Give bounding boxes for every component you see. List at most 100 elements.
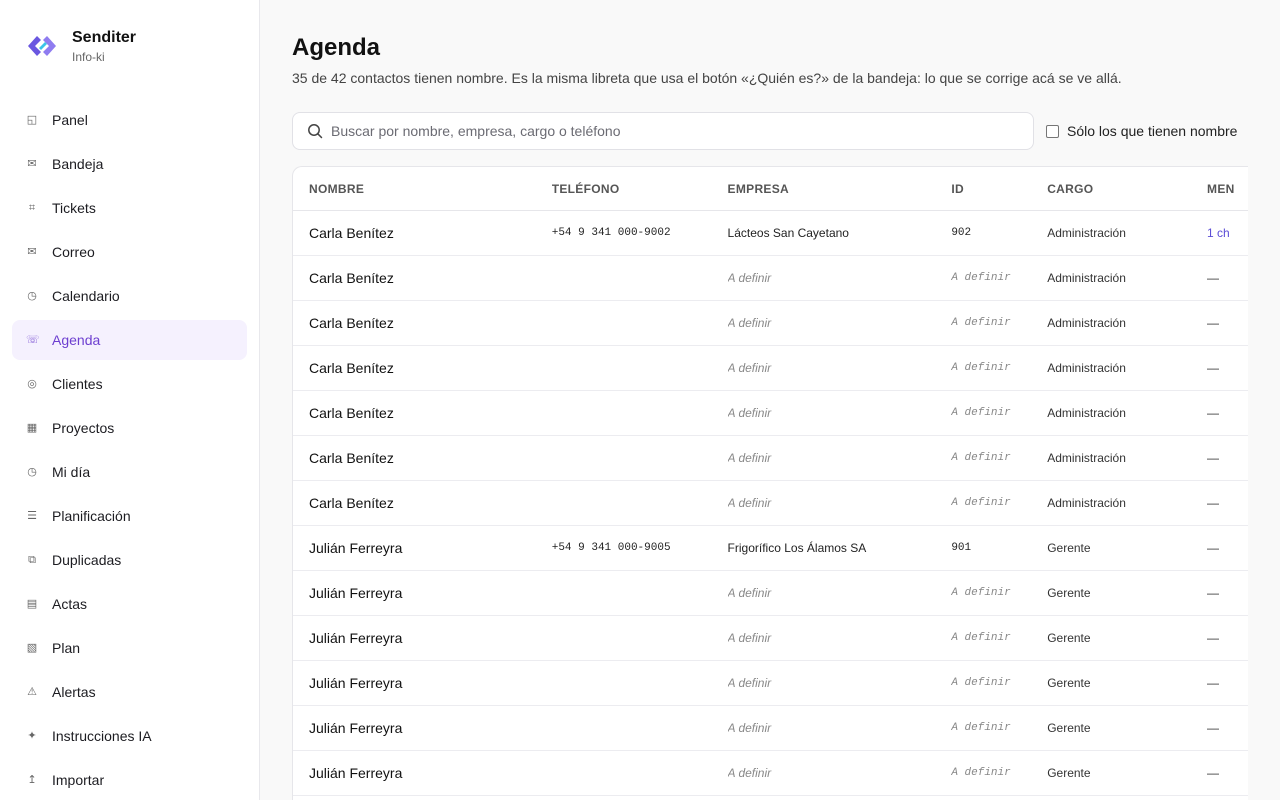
contact-id: A definir	[951, 407, 1011, 419]
warning-icon: ⚠	[27, 686, 37, 698]
contact-role: Gerente	[1047, 586, 1091, 600]
sidebar-item-instrucciones-ia[interactable]: ✦ Instrucciones IA	[12, 716, 247, 756]
contact-id: A definir	[951, 767, 1011, 779]
table-row[interactable]: Carla Benítez A definir A definir Administr…	[293, 301, 1248, 346]
column-header-role[interactable]: CARGO	[1047, 182, 1207, 196]
brand[interactable]: Senditer Info-ki	[24, 26, 136, 66]
sidebar-item-importar[interactable]: ↥ Importar	[12, 760, 247, 800]
sidebar-item-tickets[interactable]: ⌗ Tickets	[12, 188, 247, 228]
contact-mentions: —	[1207, 631, 1220, 645]
contact-mentions: —	[1207, 676, 1220, 690]
table-row[interactable]: Carla Benítez A definir A definir Administr…	[293, 391, 1248, 436]
sidebar-item-planificación[interactable]: ☰ Planificación	[12, 496, 247, 536]
column-header-phone[interactable]: TELÉFONO	[552, 182, 728, 196]
contact-role: Gerente	[1047, 721, 1091, 735]
table-row[interactable]: Carla Benítez A definir A definir Administr…	[293, 481, 1248, 526]
contact-company: A definir	[727, 631, 772, 645]
table-row[interactable]: Carla Benítez A definir A definir Administr…	[293, 256, 1248, 301]
table-row[interactable]: Julián Ferreyra A definir A definir Gerente…	[293, 751, 1248, 796]
contact-role: Gerente	[1047, 766, 1091, 780]
table-row[interactable]: Carla Benítez A definir A definir Administr…	[293, 346, 1248, 391]
contact-name: Carla Benítez	[309, 450, 394, 466]
sidebar-item-mi-día[interactable]: ◷ Mi día	[12, 452, 247, 492]
page-subtitle: 35 de 42 contactos tienen nombre. Es la …	[292, 70, 1122, 86]
column-header-mentions[interactable]: MEN	[1207, 182, 1248, 196]
sidebar-item-duplicadas[interactable]: ⧉ Duplicadas	[12, 540, 247, 580]
table-row[interactable]: Julián Ferreyra A definir A definir Gerente…	[293, 616, 1248, 661]
contact-company: Frigorífico Los Álamos SA	[727, 541, 867, 555]
sidebar-item-correo[interactable]: ✉ Correo	[12, 232, 247, 272]
contact-mentions: —	[1207, 766, 1220, 780]
contact-company: A definir	[727, 361, 772, 375]
column-header-id[interactable]: ID	[951, 182, 1047, 196]
contact-name: Julián Ferreyra	[309, 630, 403, 646]
sidebar-item-label: Duplicadas	[52, 552, 122, 568]
contact-name: Julián Ferreyra	[309, 540, 403, 556]
search-box[interactable]	[292, 112, 1034, 150]
main-content: Agenda 35 de 42 contactos tienen nombre.…	[260, 0, 1280, 800]
contact-role: Administración	[1047, 271, 1126, 285]
sidebar-item-alertas[interactable]: ⚠ Alertas	[12, 672, 247, 712]
named-only-checkbox[interactable]	[1046, 124, 1059, 138]
sidebar: Senditer Info-ki ◱ Panel ✉ Bandeja ⌗ Tickets ✉…	[0, 0, 260, 800]
contact-id: A definir	[951, 362, 1011, 374]
contact-name: Julián Ferreyra	[309, 720, 403, 736]
contact-name: Carla Benítez	[309, 315, 394, 331]
target-icon: ◎	[27, 378, 37, 390]
copy-icon: ⧉	[28, 554, 36, 566]
sidebar-item-proyectos[interactable]: ▦ Proyectos	[12, 408, 247, 448]
contact-name: Carla Benítez	[309, 360, 394, 376]
named-only-label: Sólo los que tienen nombre	[1067, 123, 1238, 139]
sidebar-item-label: Planificación	[52, 508, 131, 524]
contact-id: A definir	[951, 677, 1011, 689]
contact-mentions: —	[1207, 586, 1220, 600]
named-only-filter[interactable]: Sólo los que tienen nombre	[1046, 123, 1237, 139]
sidebar-item-clientes[interactable]: ◎ Clientes	[12, 364, 247, 404]
table-row[interactable]: Julián Ferreyra A definir A definir Gerente…	[293, 571, 1248, 616]
sidebar-item-label: Instrucciones IA	[52, 728, 152, 744]
contact-mentions[interactable]: 1 ch	[1207, 226, 1248, 240]
search-icon	[308, 124, 323, 139]
app-name: Senditer	[72, 28, 137, 46]
contact-company: A definir	[727, 586, 772, 600]
column-header-name[interactable]: NOMBRE	[293, 182, 552, 196]
contact-role: Gerente	[1047, 541, 1091, 555]
contact-role: Administración	[1047, 316, 1126, 330]
contact-phone: +54 9 341 000-9005	[551, 542, 671, 554]
contact-name: Carla Benítez	[309, 405, 394, 421]
search-input[interactable]	[331, 123, 1011, 139]
hash-icon: ⌗	[28, 202, 36, 214]
app-logo-icon	[28, 36, 56, 56]
contact-mentions: —	[1207, 496, 1220, 510]
sidebar-item-actas[interactable]: ▤ Actas	[12, 584, 247, 624]
table-row[interactable]: Julián Ferreyra A definir A definir Gerente…	[293, 661, 1248, 706]
table-row[interactable]: Carla Benítez +54 9 341 000-9002 Lácteos S…	[293, 211, 1248, 256]
sidebar-item-label: Bandeja	[52, 156, 104, 172]
sidebar-item-label: Mi día	[52, 464, 91, 480]
sidebar-item-panel[interactable]: ◱ Panel	[12, 100, 247, 140]
contact-company: A definir	[727, 316, 772, 330]
column-header-company[interactable]: EMPRESA	[728, 182, 952, 196]
sidebar-item-calendario[interactable]: ◷ Calendario	[12, 276, 247, 316]
table-row[interactable]: Julián Ferreyra A definir A definir Gerente…	[293, 706, 1248, 751]
table-body: Carla Benítez +54 9 341 000-9002 Lácteos S…	[293, 211, 1248, 796]
table-row[interactable]: Julián Ferreyra +54 9 341 000-9005 Frigorí…	[293, 526, 1248, 571]
contact-mentions: —	[1207, 451, 1220, 465]
sidebar-item-bandeja[interactable]: ✉ Bandeja	[12, 144, 247, 184]
contact-mentions: —	[1207, 316, 1220, 330]
table-row[interactable]: Carla Benítez A definir A definir Administr…	[293, 436, 1248, 481]
clock-icon: ◷	[27, 290, 37, 302]
sidebar-item-plan[interactable]: ▧ Plan	[12, 628, 247, 668]
contact-role: Gerente	[1047, 676, 1091, 690]
sidebar-item-agenda[interactable]: ☏ Agenda	[12, 320, 247, 360]
sidebar-item-label: Panel	[52, 112, 88, 128]
sidebar-item-label: Calendario	[52, 288, 120, 304]
contact-mentions: —	[1207, 271, 1220, 285]
sidebar-nav: ◱ Panel ✉ Bandeja ⌗ Tickets ✉ Correo ◷ Calendario…	[12, 100, 247, 800]
contact-role: Gerente	[1047, 631, 1091, 645]
sparkle-icon: ✦	[27, 730, 37, 742]
contact-role: Administración	[1047, 496, 1126, 510]
contact-id: A definir	[951, 587, 1011, 599]
contact-company: A definir	[727, 406, 772, 420]
sidebar-item-label: Plan	[52, 640, 81, 656]
